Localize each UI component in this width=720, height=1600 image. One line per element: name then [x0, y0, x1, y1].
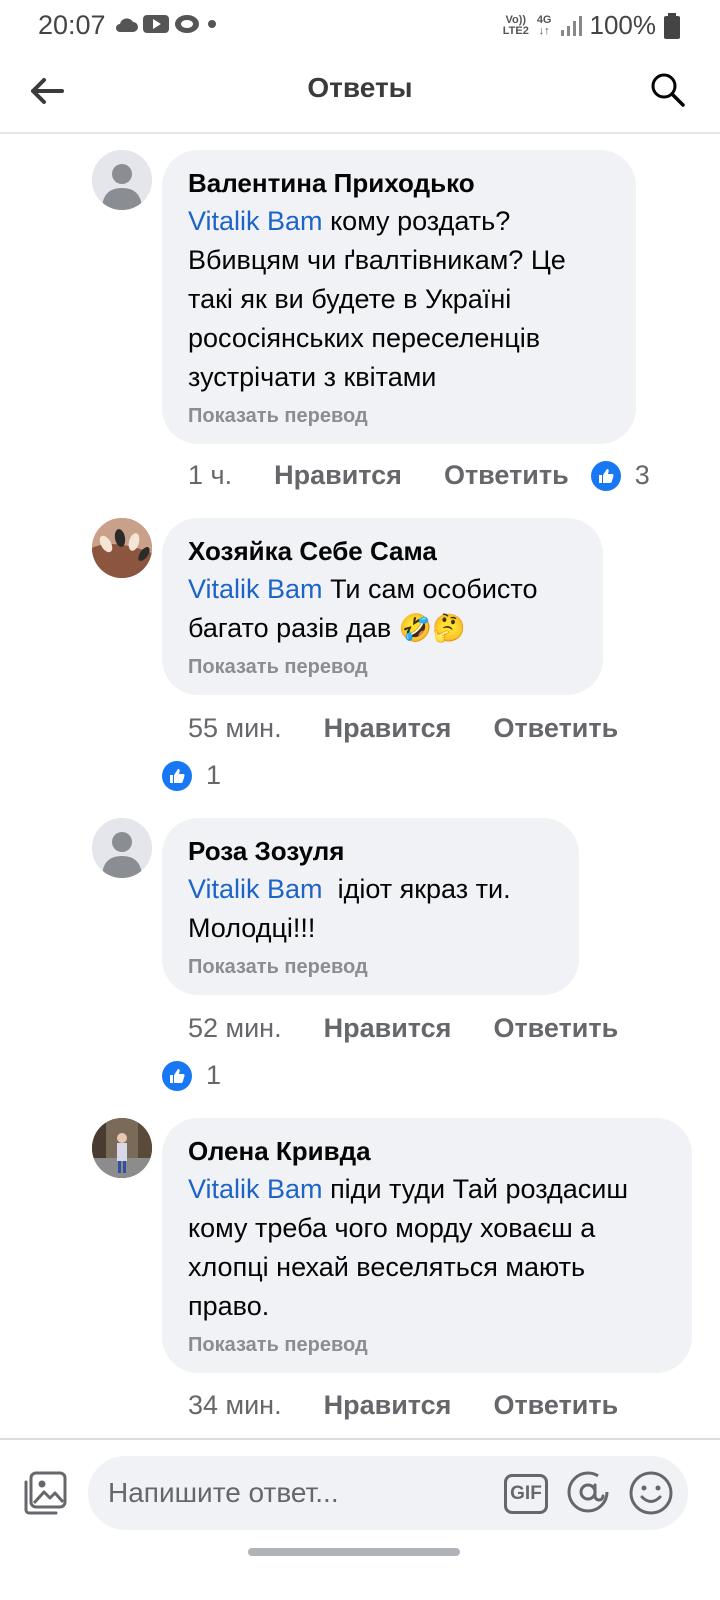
like-button[interactable]: Нравится	[324, 1013, 452, 1044]
volte-label: Vo))	[505, 13, 527, 26]
mention-link[interactable]: Vitalik Bam	[188, 206, 323, 236]
like-reaction-icon	[590, 460, 621, 491]
comment-text: Vitalik Bam Ти сам особисто багато разів…	[188, 570, 577, 648]
like-button[interactable]: Нравится	[324, 1390, 452, 1421]
default-user-icon	[92, 818, 152, 878]
search-button[interactable]	[644, 66, 692, 114]
mention-button[interactable]	[566, 1470, 610, 1514]
comment-text: Vitalik Bam ідіот якраз ти. Молодці!!!	[188, 870, 553, 948]
show-translation-link[interactable]: Показать перевод	[188, 656, 577, 679]
comment-actions: 1 ч. Нравится Ответить 3	[188, 460, 650, 491]
comment-actions: 52 мин. Нравится Ответить	[188, 1013, 618, 1044]
gif-button[interactable]: GIF	[504, 1474, 548, 1514]
search-icon	[651, 73, 685, 107]
home-indicator[interactable]	[248, 1548, 460, 1556]
volte-indicator: Vo)) LTE2	[502, 13, 529, 37]
dot-icon	[208, 20, 216, 28]
reply-button[interactable]: Ответить	[493, 1390, 618, 1421]
avatar-photo[interactable]	[92, 518, 152, 578]
default-user-icon	[92, 150, 152, 210]
comment-actions: 34 мин. Нравится Ответить	[188, 1390, 618, 1421]
comment-bubble: Роза Зозуля Vitalik Bam ідіот якраз ти. …	[162, 818, 579, 995]
comment-time: 52 мин.	[188, 1013, 282, 1043]
reply-button[interactable]: Ответить	[493, 1013, 618, 1044]
reply-composer: GIF	[0, 1438, 720, 1600]
reaction-number: 3	[634, 460, 650, 490]
reply-button[interactable]: Ответить	[493, 713, 618, 744]
battery-percent: 100%	[589, 10, 657, 40]
notification-icons	[114, 13, 219, 35]
at-sign-icon	[567, 1471, 609, 1513]
nails-photo-icon	[92, 518, 152, 578]
avatar-default[interactable]	[92, 818, 152, 878]
network-indicator: 4G ↓↑	[536, 13, 552, 37]
comment-text: Vitalik Bam піди туди Тай роздасиш кому …	[188, 1170, 666, 1326]
comment-time: 34 мин.	[188, 1390, 282, 1420]
page-title: Ответы	[307, 72, 413, 103]
emoji-button[interactable]	[628, 1470, 674, 1516]
smiley-icon	[629, 1471, 673, 1515]
mention-link[interactable]: Vitalik Bam	[188, 874, 323, 904]
reaction-count[interactable]: 3	[590, 460, 650, 491]
comment-bubble: Олена Кривда Vitalik Bam піди туди Тай р…	[162, 1118, 692, 1373]
comment-time: 55 мин.	[188, 713, 282, 743]
show-translation-link[interactable]: Показать перевод	[188, 1334, 666, 1357]
reaction-count[interactable]: 1	[162, 760, 221, 791]
cloud-icon	[116, 18, 138, 32]
show-translation-link[interactable]: Показать перевод	[188, 405, 610, 428]
mention-link[interactable]: Vitalik Bam	[188, 574, 323, 604]
reaction-count[interactable]: 1	[162, 1060, 221, 1091]
status-bar: 20:07 Vo)) LTE2 4G ↓↑ 100%	[0, 0, 720, 50]
signal-icon	[560, 15, 582, 36]
comment-text: Vitalik Bam кому роздать? Вбивцям чи ґва…	[188, 202, 610, 397]
like-button[interactable]: Нравится	[274, 460, 402, 491]
reply-button[interactable]: Ответить	[444, 460, 569, 491]
battery-icon	[664, 12, 680, 39]
lte-label: LTE2	[502, 24, 529, 37]
app-header: Ответы	[0, 50, 720, 134]
street-photo-icon	[92, 1118, 152, 1178]
like-reaction-icon	[162, 1060, 192, 1091]
show-translation-link[interactable]: Показать перевод	[188, 956, 553, 979]
like-reaction-icon	[162, 760, 192, 791]
avatar-photo[interactable]	[92, 1118, 152, 1178]
comment-author[interactable]: Хозяйка Себе Сама	[188, 534, 577, 568]
like-button[interactable]: Нравится	[324, 713, 452, 744]
comment-author[interactable]: Роза Зозуля	[188, 834, 553, 868]
avatar-default[interactable]	[92, 150, 152, 210]
comment-author[interactable]: Олена Кривда	[188, 1134, 666, 1168]
reply-input-container[interactable]: GIF	[88, 1456, 688, 1530]
add-photo-button[interactable]	[22, 1470, 68, 1516]
app-notification-icon	[175, 15, 199, 33]
comment-time: 1 ч.	[188, 460, 233, 490]
mention-link[interactable]: Vitalik Bam	[188, 1174, 323, 1204]
youtube-icon	[143, 15, 169, 33]
comment-author[interactable]: Валентина Приходько	[188, 166, 610, 200]
photo-gallery-icon	[24, 1471, 67, 1515]
comment-bubble: Хозяйка Себе Сама Vitalik Bam Ти сам осо…	[162, 518, 603, 695]
reaction-number: 1	[206, 760, 222, 790]
status-time: 20:07	[38, 10, 106, 40]
reply-input[interactable]	[108, 1470, 488, 1516]
comment-actions: 55 мин. Нравится Ответить	[188, 713, 618, 744]
data-arrows-icon: ↓↑	[538, 24, 550, 37]
reaction-number: 1	[206, 1060, 222, 1090]
comment-bubble: Валентина Приходько Vitalik Bam кому роз…	[162, 150, 636, 444]
4g-label: 4G	[536, 13, 552, 26]
system-icons: Vo)) LTE2 4G ↓↑ 100%	[503, 10, 680, 41]
